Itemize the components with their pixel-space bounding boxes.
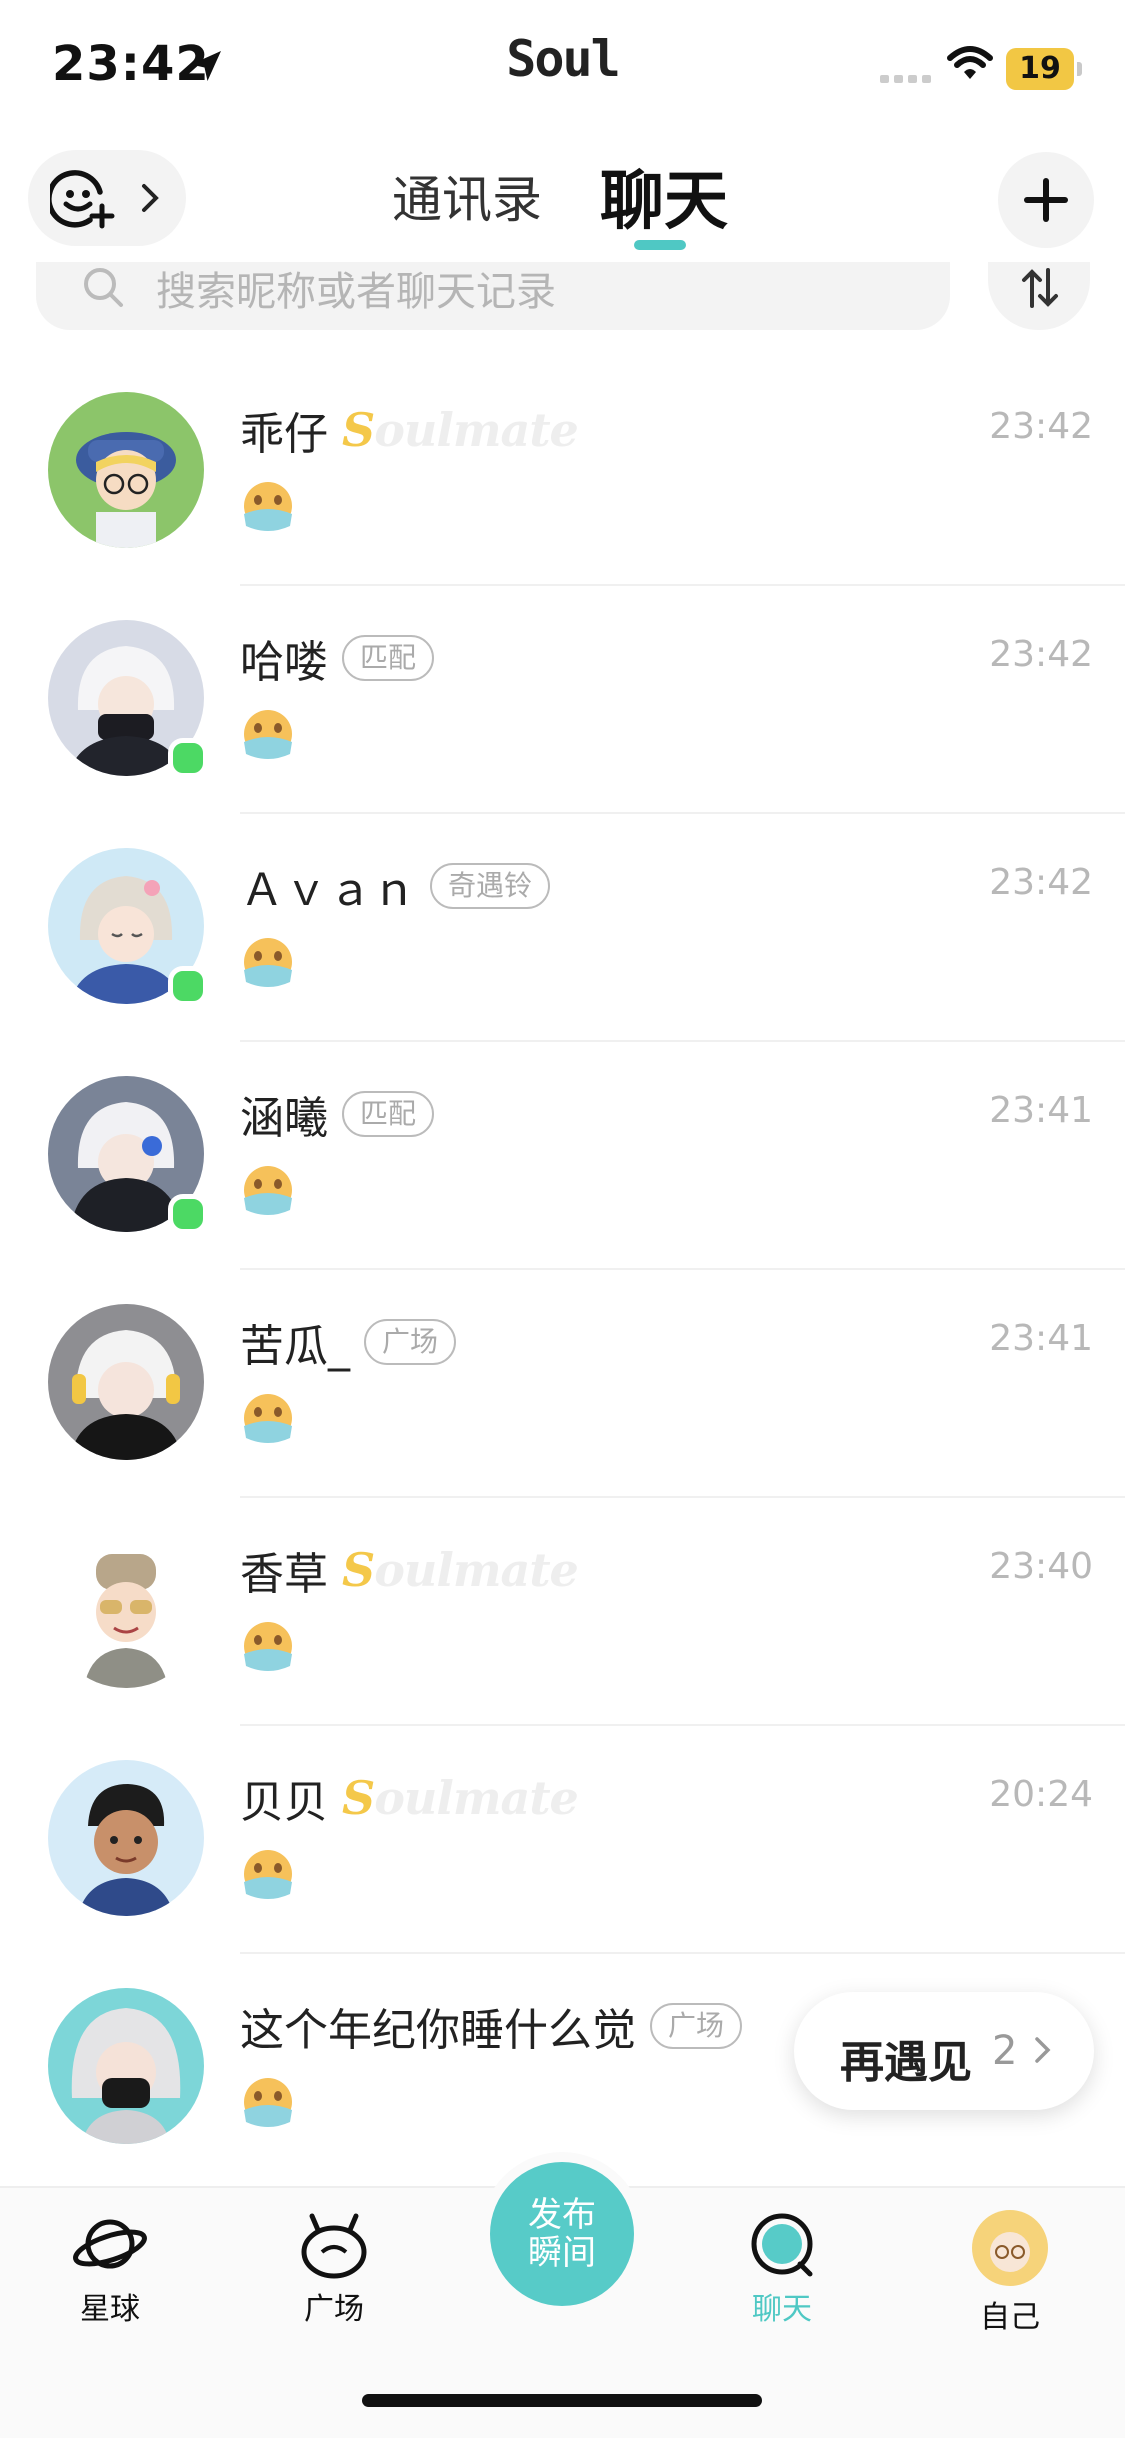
online-indicator <box>168 1194 208 1234</box>
chevron-right-icon <box>1035 2037 1051 2063</box>
chat-time: 23:42 <box>989 406 1093 447</box>
chat-time: 23:40 <box>989 1546 1093 1587</box>
publish-moment-button[interactable]: 发布 瞬间 <box>490 2162 634 2306</box>
chat-row[interactable]: 贝贝 Soulmate 20:24 <box>0 1726 1125 1954</box>
contact-name: 哈喽 <box>240 637 328 688</box>
chat-row[interactable]: Ａｖａｎ 奇遇铃 23:42 <box>0 814 1125 1042</box>
avatar[interactable] <box>48 1988 204 2144</box>
contact-name: 香草 <box>240 1549 328 1600</box>
mask-face-emoji-icon <box>244 1394 292 1443</box>
contact-name: 乖仔 <box>240 409 328 460</box>
status-bar: 23:42 Soul 19 <box>0 0 1125 135</box>
meet-again-count: 2 <box>992 2028 1018 2074</box>
source-tag: 匹配 <box>342 1091 435 1137</box>
nav-chat[interactable]: 聊天 <box>712 2208 852 2328</box>
contact-name: Ａｖａｎ <box>240 865 416 916</box>
chat-time: 23:41 <box>989 1090 1093 1131</box>
nav-square[interactable]: 广场 <box>264 2208 404 2328</box>
cellular-signal-icon <box>880 75 931 83</box>
source-tag: 奇遇铃 <box>430 863 551 909</box>
nav-planet-label: 星球 <box>80 2292 140 2327</box>
search-placeholder: 搜索昵称或者聊天记录 <box>156 269 556 315</box>
chat-title: 乖仔 Soulmate <box>240 400 579 460</box>
top-header: 通讯录 聊天 <box>0 150 1125 260</box>
chat-time: 23:41 <box>989 1318 1093 1359</box>
chat-time: 20:24 <box>989 1774 1093 1815</box>
chat-title: 哈喽 匹配 <box>240 628 435 688</box>
profile-avatar-icon <box>972 2210 1048 2286</box>
meet-again-button[interactable]: 再遇见 2 <box>794 1992 1094 2110</box>
nav-self-label: 自己 <box>980 2300 1040 2335</box>
mask-face-emoji-icon <box>244 1622 292 1671</box>
chat-bubble-icon <box>751 2213 813 2277</box>
publish-label-line1: 发布 <box>528 2195 596 2235</box>
online-indicator <box>168 966 208 1006</box>
contact-name: 苦瓜_ <box>240 1321 350 1372</box>
tab-contacts[interactable]: 通讯录 <box>392 160 542 232</box>
chat-title: 苦瓜_ 广场 <box>240 1312 457 1372</box>
add-button[interactable] <box>998 152 1094 248</box>
publish-label-line2: 瞬间 <box>528 2233 596 2273</box>
mask-face-emoji-icon <box>244 2078 292 2127</box>
mask-face-emoji-icon <box>244 482 292 531</box>
meet-again-label: 再遇见 <box>840 2037 972 2088</box>
mask-face-emoji-icon <box>244 1850 292 1899</box>
source-tag: 广场 <box>364 1319 457 1365</box>
chat-title: 这个年纪你睡什么觉 广场 <box>240 1996 743 2056</box>
battery-indicator: 19 <box>1006 48 1082 90</box>
chat-title: 涵曦 匹配 <box>240 1084 435 1144</box>
mask-face-emoji-icon <box>244 1166 292 1215</box>
soulmate-badge: Soulmate <box>342 403 579 457</box>
home-indicator[interactable] <box>362 2394 762 2407</box>
source-tag: 匹配 <box>342 635 435 681</box>
chat-time: 23:42 <box>989 634 1093 675</box>
chat-time: 23:42 <box>989 862 1093 903</box>
contact-name: 这个年纪你睡什么觉 <box>240 2005 636 2056</box>
chevron-right-icon <box>142 184 159 212</box>
emoji-status-button[interactable] <box>28 150 186 246</box>
search-icon <box>84 268 123 307</box>
avatar[interactable] <box>48 1760 204 1916</box>
chat-title: 香草 Soulmate <box>240 1540 579 1600</box>
active-tab-indicator <box>634 240 686 250</box>
source-tag: 广场 <box>650 2003 743 2049</box>
avatar[interactable] <box>48 1532 204 1688</box>
soulmate-badge-initial: S <box>342 403 375 457</box>
chat-title: Ａｖａｎ 奇遇铃 <box>240 856 551 916</box>
contact-name: 贝贝 <box>240 1777 328 1828</box>
chat-row[interactable]: 苦瓜_ 广场 23:41 <box>0 1270 1125 1498</box>
chat-row[interactable]: 涵曦 匹配 23:41 <box>0 1042 1125 1270</box>
plus-icon-stroke <box>1043 178 1049 222</box>
contact-name: 涵曦 <box>240 1093 328 1144</box>
nav-planet[interactable]: 星球 <box>40 2208 180 2328</box>
smiley-plus-icon <box>50 170 115 229</box>
soulmate-badge: Soulmate <box>342 1771 579 1825</box>
online-indicator <box>168 738 208 778</box>
square-creature-icon <box>301 2213 367 2279</box>
soulmate-badge: Soulmate <box>342 1543 579 1597</box>
tab-chat[interactable]: 聊天 <box>600 150 728 242</box>
chat-row[interactable]: 哈喽 匹配 23:42 <box>0 586 1125 814</box>
chat-row[interactable]: 乖仔 Soulmate 23:42 <box>0 358 1125 586</box>
mask-face-emoji-icon <box>244 710 292 759</box>
sort-button[interactable] <box>988 262 1090 330</box>
chat-title: 贝贝 Soulmate <box>240 1768 579 1828</box>
nav-chat-label: 聊天 <box>752 2292 812 2327</box>
chat-row[interactable]: 香草 Soulmate 23:40 <box>0 1498 1125 1726</box>
avatar[interactable] <box>48 1304 204 1460</box>
sort-arrows-icon <box>1022 268 1058 308</box>
search-input[interactable]: 搜索昵称或者聊天记录 <box>36 262 950 330</box>
mask-face-emoji-icon <box>244 938 292 987</box>
soulmate-badge-initial: S <box>342 1771 375 1825</box>
nav-self[interactable]: 自己 <box>940 2208 1080 2336</box>
soulmate-badge-initial: S <box>342 1543 375 1597</box>
nav-square-label: 广场 <box>304 2292 364 2327</box>
wifi-icon <box>947 46 993 79</box>
planet-icon <box>73 2219 147 2269</box>
avatar[interactable] <box>48 392 204 548</box>
